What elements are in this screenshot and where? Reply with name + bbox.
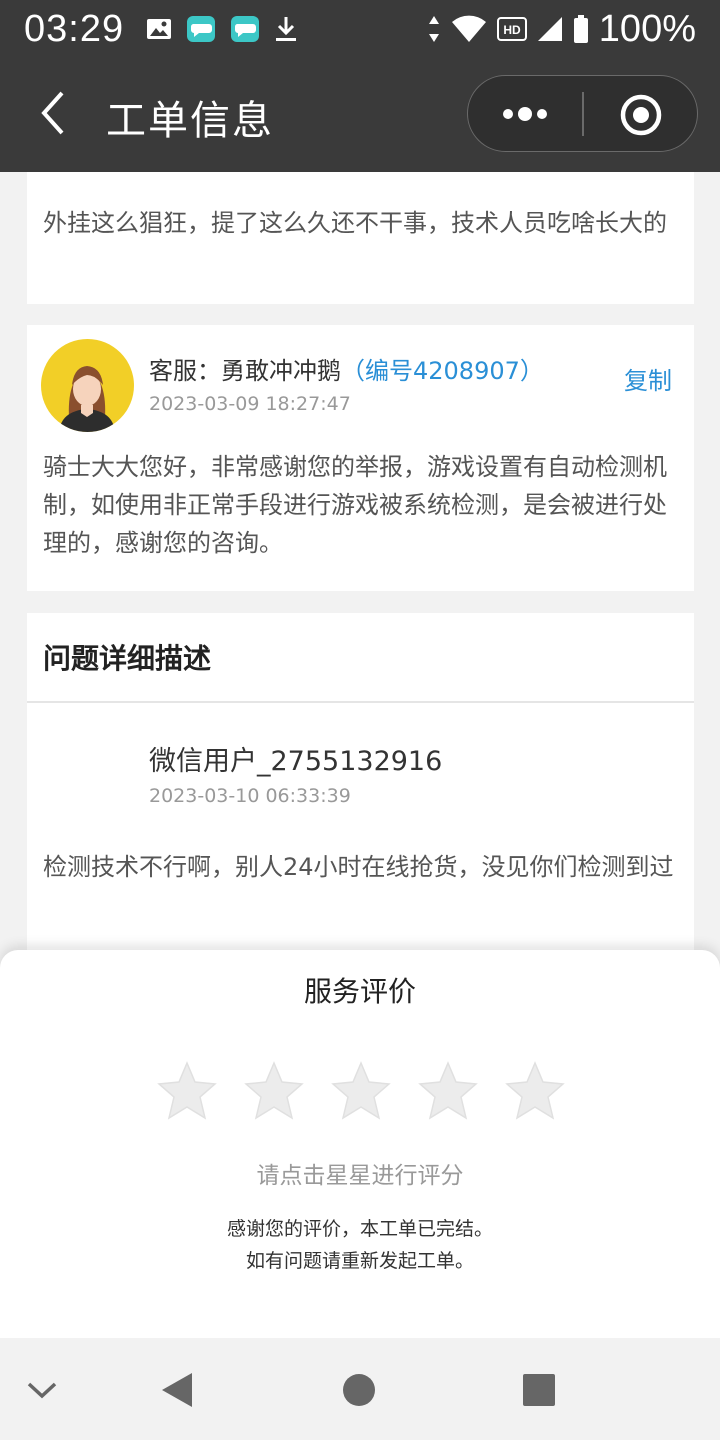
thanks-line-1: 感谢您的评价，本工单已完结。 xyxy=(226,1218,493,1240)
user-message-card: 外挂这么猖狂，提了这么久还不干事，技术人员吃啥长大的 xyxy=(27,172,694,304)
home-circle-icon[interactable] xyxy=(337,1368,381,1412)
star-icon[interactable] xyxy=(156,1060,218,1122)
divider xyxy=(27,701,694,703)
system-icons: HD 100% xyxy=(427,6,696,52)
copy-button[interactable]: 复制 xyxy=(624,361,672,396)
message-text: 外挂这么猖狂，提了这么久还不干事，技术人员吃啥长大的 xyxy=(43,209,667,237)
battery-percent: 100% xyxy=(598,7,696,50)
message-icon xyxy=(231,16,259,42)
message-time: 2023-03-09 18:27:47 xyxy=(149,393,351,415)
recents-square-icon[interactable] xyxy=(517,1368,561,1412)
thanks-line-2: 如有问题请重新发起工单。 xyxy=(245,1250,474,1272)
agent-name: 客服：勇敢冲冲鹅（编号4208907） xyxy=(149,351,544,386)
miniprogram-capsule xyxy=(467,75,698,152)
wifi-icon xyxy=(451,15,486,42)
capsule-divider xyxy=(582,92,584,136)
battery-icon xyxy=(573,15,588,43)
page-title: 工单信息 xyxy=(106,98,274,144)
agent-name-text: 客服：勇敢冲冲鹅 xyxy=(149,357,341,385)
star-icon[interactable] xyxy=(504,1060,566,1122)
reply-text: 骑士大大您好，非常感谢您的举报，游戏设置有自动检测机制，如使用非正常手段进行游戏… xyxy=(43,453,667,557)
star-icon[interactable] xyxy=(330,1060,392,1122)
download-icon xyxy=(276,17,296,41)
signal-icon xyxy=(537,17,562,41)
target-close-icon[interactable] xyxy=(618,92,664,138)
rating-hint: 请点击星星进行评分 xyxy=(256,1163,464,1189)
more-dots-icon[interactable] xyxy=(498,98,552,130)
back-triangle-icon[interactable] xyxy=(156,1368,200,1412)
detail-text: 检测技术不行啊，别人24小时在线抢货，没见你们检测到过 xyxy=(43,853,674,881)
star-rating xyxy=(156,1060,566,1122)
avatar xyxy=(41,339,134,432)
user-name: 微信用户_2755132916 xyxy=(149,746,443,777)
nav-bar: 工单信息 xyxy=(0,62,720,172)
system-nav-bar xyxy=(0,1338,720,1440)
star-icon[interactable] xyxy=(243,1060,305,1122)
hd-icon: HD xyxy=(496,17,527,41)
problem-detail-card: 问题详细描述 微信用户_2755132916 2023-03-10 06:33:… xyxy=(27,613,694,950)
sheet-title: 服务评价 xyxy=(303,975,416,1008)
star-icon[interactable] xyxy=(417,1060,479,1122)
ticket-content: 外挂这么猖狂，提了这么久还不干事，技术人员吃啥长大的 客服：勇敢冲冲鹅（编号42… xyxy=(0,172,720,950)
image-icon xyxy=(147,19,171,39)
agent-avatar-icon xyxy=(59,366,115,432)
chevron-down-icon[interactable] xyxy=(20,1368,64,1412)
data-arrows-icon xyxy=(428,16,439,42)
rating-sheet: 服务评价 请点击星星进行评分 感谢您的评价，本工单已完结。 如有问题请重新发起工… xyxy=(0,950,720,1338)
agent-number: （编号4208907） xyxy=(341,357,544,385)
chevron-left-icon[interactable] xyxy=(30,88,80,138)
svg-text:HD: HD xyxy=(503,23,521,37)
status-time: 03:29 xyxy=(24,8,125,50)
status-bar: 03:29 HD 100% xyxy=(0,0,720,62)
agent-reply-card: 客服：勇敢冲冲鹅（编号4208907） 复制 2023-03-09 18:27:… xyxy=(27,325,694,591)
notification-icons xyxy=(146,14,298,44)
section-title: 问题详细描述 xyxy=(43,642,212,675)
message-time: 2023-03-10 06:33:39 xyxy=(149,785,351,807)
message-icon xyxy=(187,16,215,42)
